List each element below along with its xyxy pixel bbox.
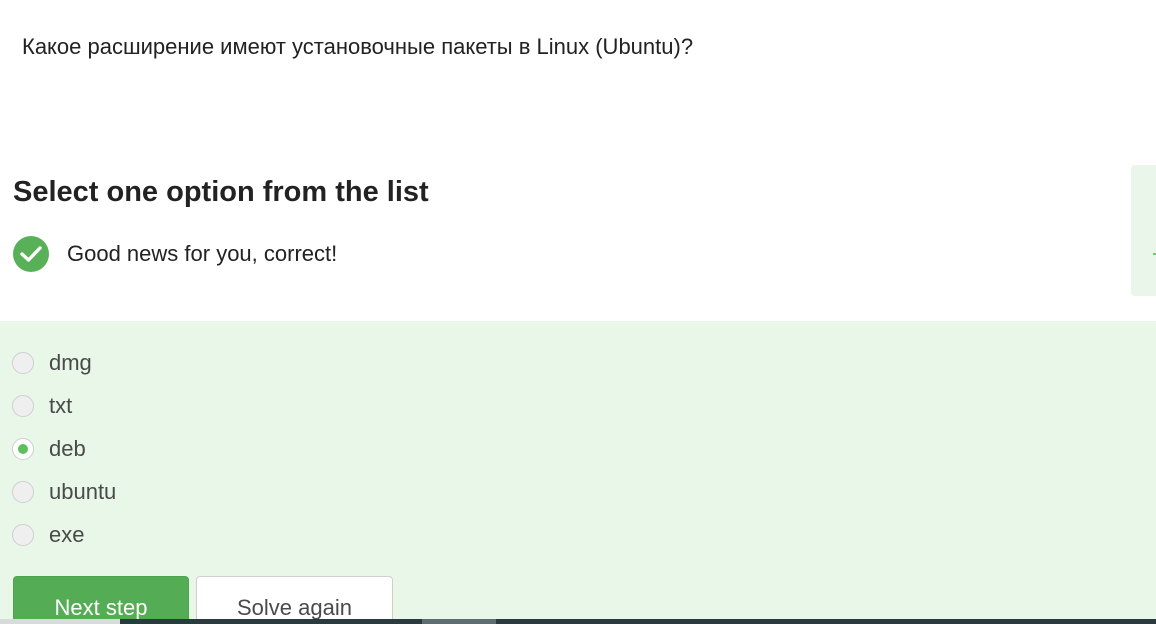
option-ubuntu[interactable]: ubuntu [12,470,116,513]
option-label: exe [49,521,85,547]
radio-button[interactable] [12,523,34,546]
quiz-heading: Select one option from the list [13,176,429,208]
side-hint-panel [1131,165,1156,296]
options-list: dmg txt deb ubuntu exe [12,341,116,556]
option-label: deb [49,435,86,461]
answer-options-panel: dmg txt deb ubuntu exe Next step Solve a… [0,321,1156,624]
solve-again-button[interactable]: Solve again [196,576,393,624]
option-exe[interactable]: exe [12,513,116,556]
option-deb[interactable]: deb [12,427,116,470]
radio-button[interactable] [12,394,34,417]
check-circle-icon [13,236,49,272]
result-status: Good news for you, correct! [13,236,337,272]
taskbar-strip [0,619,1156,624]
radio-button[interactable] [12,480,34,503]
checkmark-glyph [20,246,42,262]
taskbar-segment [422,619,496,624]
option-label: dmg [49,349,92,375]
option-dmg[interactable]: dmg [12,341,116,384]
next-step-button[interactable]: Next step [13,576,189,624]
taskbar-segment [0,619,120,624]
option-label: txt [49,392,73,418]
radio-button-selected[interactable] [12,437,34,460]
question-text: Какое расширение имеют установочные паке… [22,34,694,59]
status-message: Good news for you, correct! [67,241,338,266]
option-txt[interactable]: txt [12,384,116,427]
radio-button[interactable] [12,351,34,374]
option-label: ubuntu [49,478,117,504]
